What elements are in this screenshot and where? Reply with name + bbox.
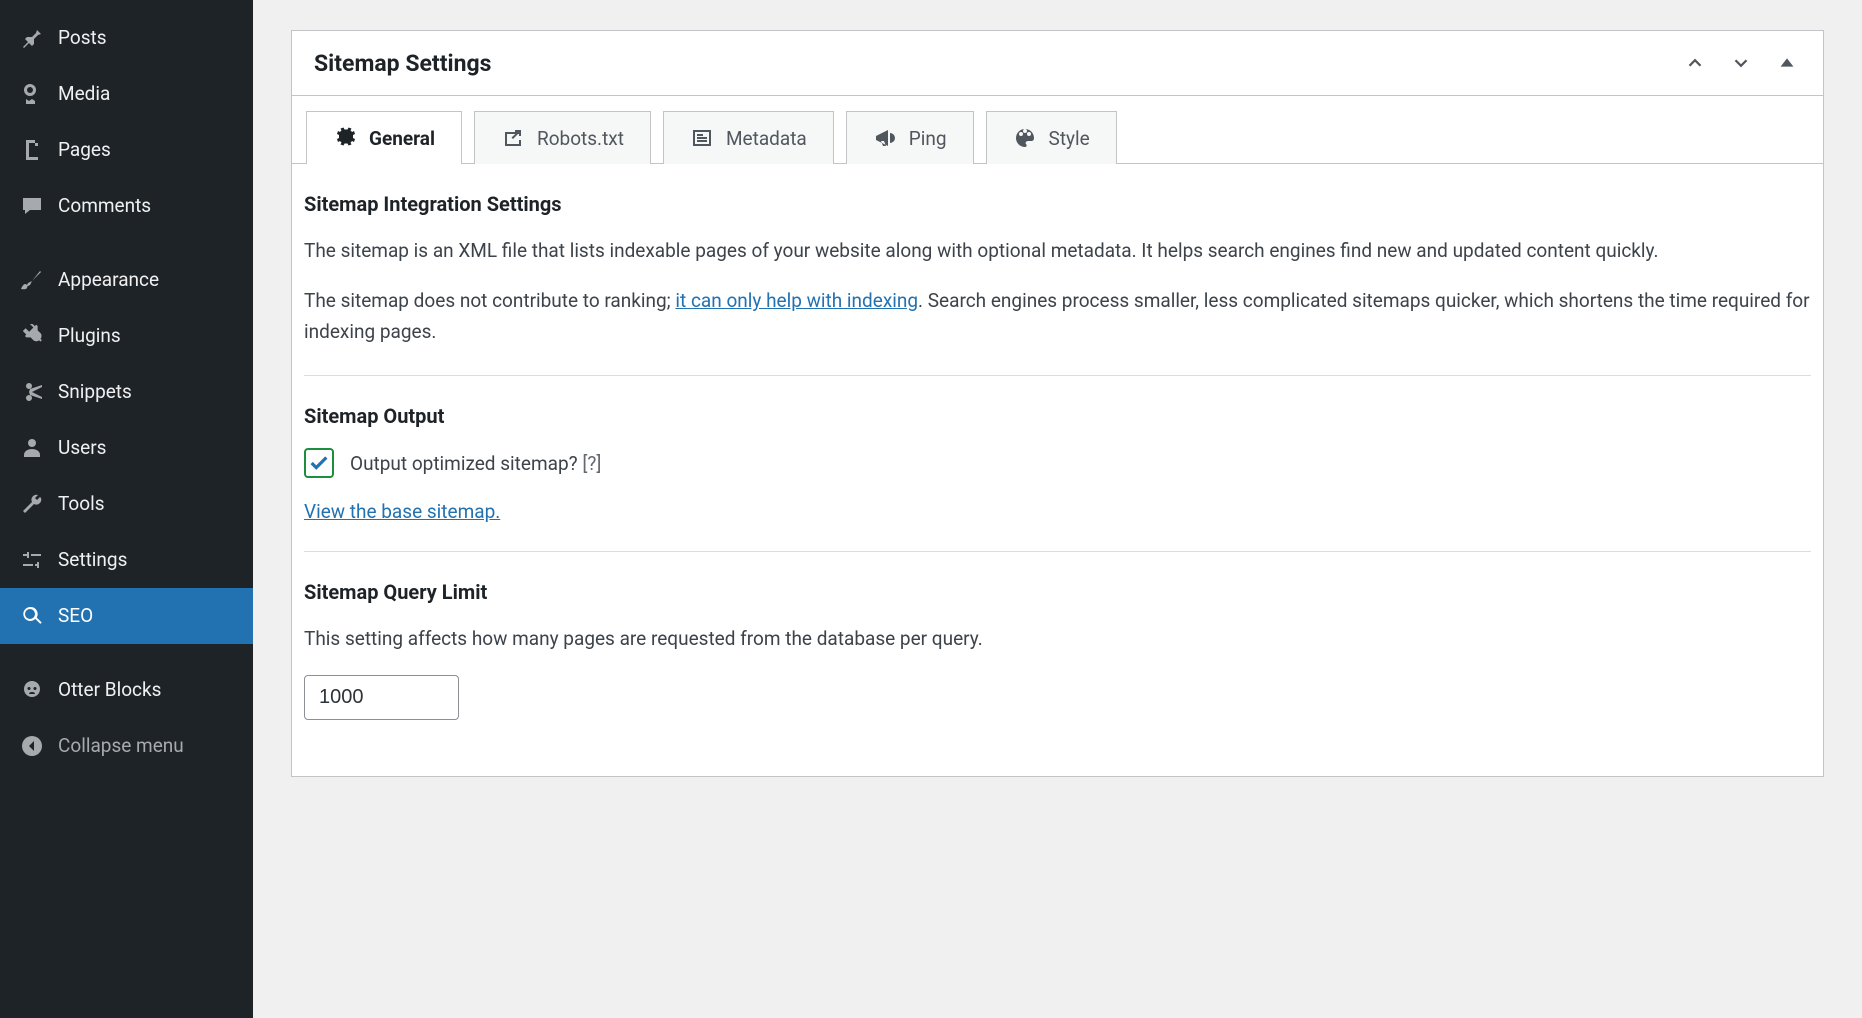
sidebar-item-settings[interactable]: Settings	[0, 532, 253, 588]
sidebar-item-label: Otter Blocks	[58, 678, 161, 703]
indexing-help-link[interactable]: it can only help with indexing	[675, 289, 918, 312]
query-limit-heading: Sitemap Query Limit	[304, 580, 1811, 604]
tab-label: Ping	[909, 127, 947, 150]
move-up-button[interactable]	[1681, 49, 1709, 77]
tab-label: Metadata	[726, 127, 807, 150]
sidebar-item-snippets[interactable]: Snippets	[0, 364, 253, 420]
sitemap-settings-panel: Sitemap Settings General Robots.txt	[291, 30, 1824, 777]
sidebar-item-posts[interactable]: Posts	[0, 10, 253, 66]
plug-icon	[18, 322, 46, 350]
user-icon	[18, 434, 46, 462]
help-hint[interactable]: [?]	[582, 452, 601, 475]
integration-text-2: The sitemap does not contribute to ranki…	[304, 286, 1811, 347]
scissors-icon	[18, 378, 46, 406]
sidebar-item-appearance[interactable]: Appearance	[0, 252, 253, 308]
move-down-button[interactable]	[1727, 49, 1755, 77]
integration-section: Sitemap Integration Settings The sitemap…	[304, 192, 1811, 375]
tab-general[interactable]: General	[306, 111, 462, 164]
sidebar-separator	[0, 644, 253, 662]
sidebar-item-media[interactable]: Media	[0, 66, 253, 122]
sidebar-item-otter-blocks[interactable]: Otter Blocks	[0, 662, 253, 718]
sidebar-item-users[interactable]: Users	[0, 420, 253, 476]
panel-body: Sitemap Integration Settings The sitemap…	[292, 164, 1823, 776]
tab-label: Style	[1049, 127, 1090, 150]
main-content: Sitemap Settings General Robots.txt	[253, 0, 1862, 1018]
sidebar-item-label: Collapse menu	[58, 734, 184, 759]
tab-label: General	[369, 127, 435, 150]
brush-icon	[18, 266, 46, 294]
sidebar-item-label: Posts	[58, 26, 107, 51]
sidebar-separator	[0, 234, 253, 252]
megaphone-icon	[873, 126, 897, 150]
metadata-icon	[690, 126, 714, 150]
output-heading: Sitemap Output	[304, 404, 1811, 428]
panel-header: Sitemap Settings	[292, 31, 1823, 96]
integration-text-1: The sitemap is an XML file that lists in…	[304, 236, 1811, 266]
tab-label: Robots.txt	[537, 127, 624, 150]
sidebar-item-label: Comments	[58, 194, 151, 219]
checkbox-label-text: Output optimized sitemap?	[350, 452, 578, 475]
toggle-panel-button[interactable]	[1773, 49, 1801, 77]
gear-icon	[333, 126, 357, 150]
check-icon	[308, 452, 330, 474]
panel-title: Sitemap Settings	[314, 50, 491, 77]
sidebar-item-label: Snippets	[58, 380, 132, 405]
collapse-icon	[18, 732, 46, 760]
comment-icon	[18, 192, 46, 220]
sidebar-item-label: Settings	[58, 548, 127, 573]
sidebar-item-plugins[interactable]: Plugins	[0, 308, 253, 364]
sidebar-item-label: Appearance	[58, 268, 159, 293]
sidebar-item-comments[interactable]: Comments	[0, 178, 253, 234]
sidebar-item-label: Pages	[58, 138, 111, 163]
search-icon	[18, 602, 46, 630]
sidebar-item-label: Tools	[58, 492, 105, 517]
pages-icon	[18, 136, 46, 164]
tab-metadata[interactable]: Metadata	[663, 111, 834, 164]
sidebar-item-tools[interactable]: Tools	[0, 476, 253, 532]
output-optimized-checkbox[interactable]	[304, 448, 334, 478]
sidebar-item-label: SEO	[58, 604, 93, 629]
query-limit-section: Sitemap Query Limit This setting affects…	[304, 551, 1811, 747]
sidebar-item-seo[interactable]: SEO	[0, 588, 253, 644]
sidebar-collapse[interactable]: Collapse menu	[0, 718, 253, 774]
integration-heading: Sitemap Integration Settings	[304, 192, 1811, 216]
tab-robots[interactable]: Robots.txt	[474, 111, 651, 164]
sidebar-item-pages[interactable]: Pages	[0, 122, 253, 178]
palette-icon	[1013, 126, 1037, 150]
tab-list: General Robots.txt Metadata Ping Style	[292, 96, 1823, 164]
output-optimized-row: Output optimized sitemap? [?]	[304, 448, 1811, 478]
wrench-icon	[18, 490, 46, 518]
share-icon	[501, 126, 525, 150]
sidebar-item-label: Users	[58, 436, 106, 461]
sliders-icon	[18, 546, 46, 574]
view-base-sitemap-link[interactable]: View the base sitemap.	[304, 500, 500, 523]
sidebar-item-label: Media	[58, 82, 110, 107]
media-icon	[18, 80, 46, 108]
integration-text-2a: The sitemap does not contribute to ranki…	[304, 289, 675, 312]
output-optimized-label: Output optimized sitemap? [?]	[350, 452, 601, 475]
sidebar-item-label: Plugins	[58, 324, 121, 349]
panel-controls	[1681, 49, 1801, 77]
output-section: Sitemap Output Output optimized sitemap?…	[304, 375, 1811, 551]
tab-ping[interactable]: Ping	[846, 111, 974, 164]
view-sitemap-row: View the base sitemap.	[304, 500, 1811, 523]
tab-style[interactable]: Style	[986, 111, 1117, 164]
query-limit-text: This setting affects how many pages are …	[304, 624, 1811, 654]
otter-icon	[18, 676, 46, 704]
admin-sidebar: Posts Media Pages Comments Appearance Pl…	[0, 0, 253, 1018]
query-limit-input[interactable]	[304, 675, 459, 720]
pin-icon	[18, 24, 46, 52]
